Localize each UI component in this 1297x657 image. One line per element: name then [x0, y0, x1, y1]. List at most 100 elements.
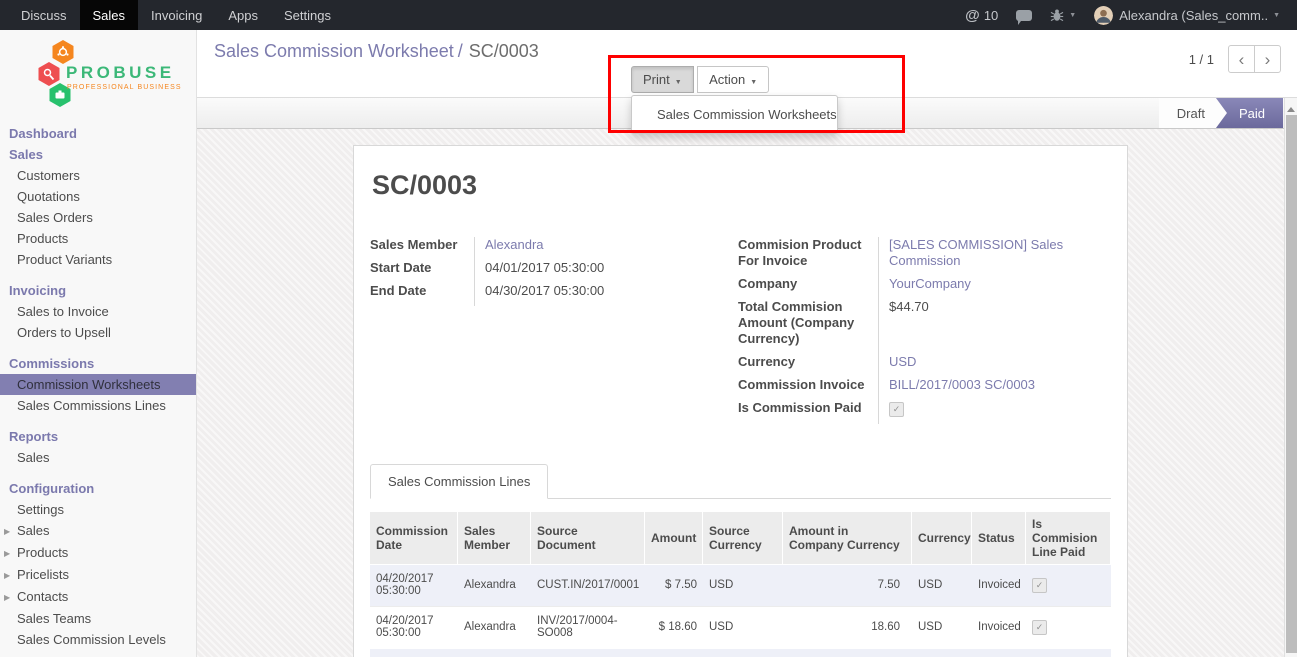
- expand-arrow-icon: ▶: [4, 524, 17, 539]
- sidebar-item[interactable]: Customers: [0, 165, 196, 186]
- sidebar-item[interactable]: Sales to Invoice: [0, 301, 196, 322]
- checkbox-checked-icon[interactable]: [1032, 620, 1047, 635]
- field-value[interactable]: [SALES COMMISSION] Sales Commission: [878, 237, 1111, 276]
- field-value[interactable]: 04/01/2017 05:30:00: [474, 260, 670, 283]
- column-header[interactable]: Sales Member: [458, 512, 531, 564]
- messages-button[interactable]: [1007, 0, 1041, 30]
- mention-count: 10: [984, 8, 998, 23]
- bug-icon: [1050, 8, 1064, 22]
- table-row[interactable]: 04/20/2017 10:35:53 Alexandra SO008 $ 18…: [370, 648, 1111, 657]
- sidebar-item[interactable]: Invoicing: [0, 280, 196, 301]
- sidebar-item[interactable]: Commissions: [0, 353, 196, 374]
- sidebar-item[interactable]: Quotations: [0, 186, 196, 207]
- field-value[interactable]: 04/30/2017 05:30:00: [474, 283, 670, 306]
- breadcrumb: Sales Commission Worksheet/SC/0003: [214, 41, 539, 62]
- sidebar-item[interactable]: Settings: [0, 499, 196, 520]
- field-value[interactable]: BILL/2017/0003 SC/0003: [878, 377, 1111, 400]
- user-menu-button[interactable]: Alexandra (Sales_comm.. ▼: [1085, 0, 1289, 30]
- column-header[interactable]: Amount in Company Currency: [783, 512, 912, 564]
- field-value[interactable]: $44.70: [878, 299, 1111, 354]
- app-menu-item[interactable]: Discuss: [8, 0, 80, 30]
- app-menu-item[interactable]: Settings: [271, 0, 344, 30]
- caret-down-icon: ▼: [1273, 12, 1280, 19]
- cell-status: Invoiced: [972, 565, 1026, 606]
- tab-sales-commission-lines[interactable]: Sales Commission Lines: [370, 464, 548, 499]
- field-label: Commission Invoice: [738, 377, 878, 400]
- scrollbar[interactable]: [1284, 98, 1297, 657]
- column-header[interactable]: Is Commision Line Paid: [1026, 512, 1111, 564]
- sidebar-item[interactable]: Sales Commission Levels: [0, 629, 196, 650]
- user-name: Alexandra (Sales_comm..: [1119, 8, 1268, 23]
- cell-amount-company: 18.60: [783, 649, 912, 657]
- sidebar-item-label: Sales: [9, 147, 43, 162]
- column-header[interactable]: Currency: [912, 512, 972, 564]
- field-value[interactable]: YourCompany: [878, 276, 1111, 299]
- at-icon: @: [965, 7, 980, 24]
- sidebar-item[interactable]: ▶Pricelists: [0, 564, 196, 586]
- checkbox-checked-icon[interactable]: [1032, 578, 1047, 593]
- sidebar-item[interactable]: Sales: [0, 144, 196, 165]
- field-label: Is Commission Paid: [738, 400, 878, 424]
- column-header[interactable]: Source Currency: [703, 512, 783, 564]
- record-title: SC/0003: [372, 170, 1111, 201]
- breadcrumb-parent-link[interactable]: Sales Commission Worksheet: [214, 41, 454, 61]
- sidebar-item[interactable]: Sales Commissions Lines: [0, 395, 196, 416]
- field-value[interactable]: [878, 400, 1111, 424]
- status-ribbon: Draft Paid: [1159, 98, 1283, 128]
- cell-sales-member: Alexandra: [458, 649, 531, 657]
- sidebar-item-label: Sales: [17, 523, 50, 538]
- column-header[interactable]: Amount: [645, 512, 703, 564]
- sidebar-item[interactable]: Reports: [0, 426, 196, 447]
- checkbox-checked-icon[interactable]: [889, 402, 904, 417]
- app-menu: Discuss Sales Invoicing Apps Settings: [0, 0, 344, 30]
- app-menu-item[interactable]: Invoicing: [138, 0, 215, 30]
- sidebar-item[interactable]: Products: [0, 228, 196, 249]
- sidebar-item-label: Sales Teams: [17, 611, 91, 626]
- avatar: [1094, 6, 1113, 25]
- table-row[interactable]: 04/20/2017 05:30:00 Alexandra INV/2017/0…: [370, 606, 1111, 648]
- pager-previous-button[interactable]: ‹: [1228, 45, 1255, 73]
- sidebar-item[interactable]: ▶Products: [0, 542, 196, 564]
- cell-commission-date: 04/20/2017 05:30:00: [370, 607, 458, 648]
- mentions-button[interactable]: @ 10: [956, 0, 1007, 30]
- sidebar-item[interactable]: Configuration: [0, 478, 196, 499]
- sidebar-item[interactable]: Dashboard: [0, 123, 196, 144]
- app-menu-item[interactable]: Sales: [80, 0, 139, 30]
- app-menu-item[interactable]: Apps: [215, 0, 271, 30]
- column-header[interactable]: Source Document: [531, 512, 645, 564]
- sidebar-item[interactable]: ▶Sales: [0, 520, 196, 542]
- print-dropdown-item[interactable]: Sales Commission Worksheets: [632, 101, 837, 128]
- cell-amount: $ 7.50: [645, 565, 703, 606]
- pager-next-button[interactable]: ›: [1254, 45, 1281, 73]
- table-body: 04/20/2017 05:30:00 Alexandra CUST.IN/20…: [370, 564, 1111, 657]
- field-column-left: Sales Member Alexandra Start Date 04/01/…: [370, 237, 670, 424]
- table-row[interactable]: 04/20/2017 05:30:00 Alexandra CUST.IN/20…: [370, 564, 1111, 606]
- sidebar-item[interactable]: Orders to Upsell: [0, 322, 196, 343]
- sidebar-item-label: Customers: [17, 168, 80, 183]
- field-value[interactable]: USD: [878, 354, 1111, 377]
- sidebar-item[interactable]: Sales Orders: [0, 207, 196, 228]
- print-button[interactable]: Print▼: [631, 66, 694, 93]
- field-value[interactable]: Alexandra: [474, 237, 670, 260]
- sidebar-item[interactable]: Sales: [0, 447, 196, 468]
- sidebar-item[interactable]: Product Variants: [0, 249, 196, 270]
- caret-down-icon: ▼: [1069, 12, 1076, 19]
- sidebar-item[interactable]: ▶Contacts: [0, 586, 196, 608]
- column-header[interactable]: Commission Date: [370, 512, 458, 564]
- sidebar-item-label: Contacts: [17, 589, 68, 604]
- scrollbar-thumb[interactable]: [1286, 115, 1297, 653]
- brand-logo[interactable]: PROBUSE PROFESSIONAL BUSINESS: [0, 30, 196, 117]
- sidebar-item[interactable]: Commission Worksheets: [0, 374, 196, 395]
- brand-text: PROBUSE: [66, 63, 175, 82]
- expand-arrow-icon: ▶: [4, 568, 17, 583]
- status-step[interactable]: Draft: [1159, 98, 1227, 128]
- sidebar-item-label: Configuration: [9, 481, 94, 496]
- column-header[interactable]: Status: [972, 512, 1026, 564]
- debug-menu-button[interactable]: ▼: [1041, 0, 1085, 30]
- sidebar-item-label: Pricelists: [17, 567, 69, 582]
- action-button[interactable]: Action▼: [697, 66, 769, 93]
- sidebar-item[interactable]: Sales Teams: [0, 608, 196, 629]
- sidebar-item-label: Quotations: [17, 189, 80, 204]
- scrollbar-up-arrow-icon[interactable]: [1287, 103, 1295, 112]
- cell-commission-date: 04/20/2017 05:30:00: [370, 565, 458, 606]
